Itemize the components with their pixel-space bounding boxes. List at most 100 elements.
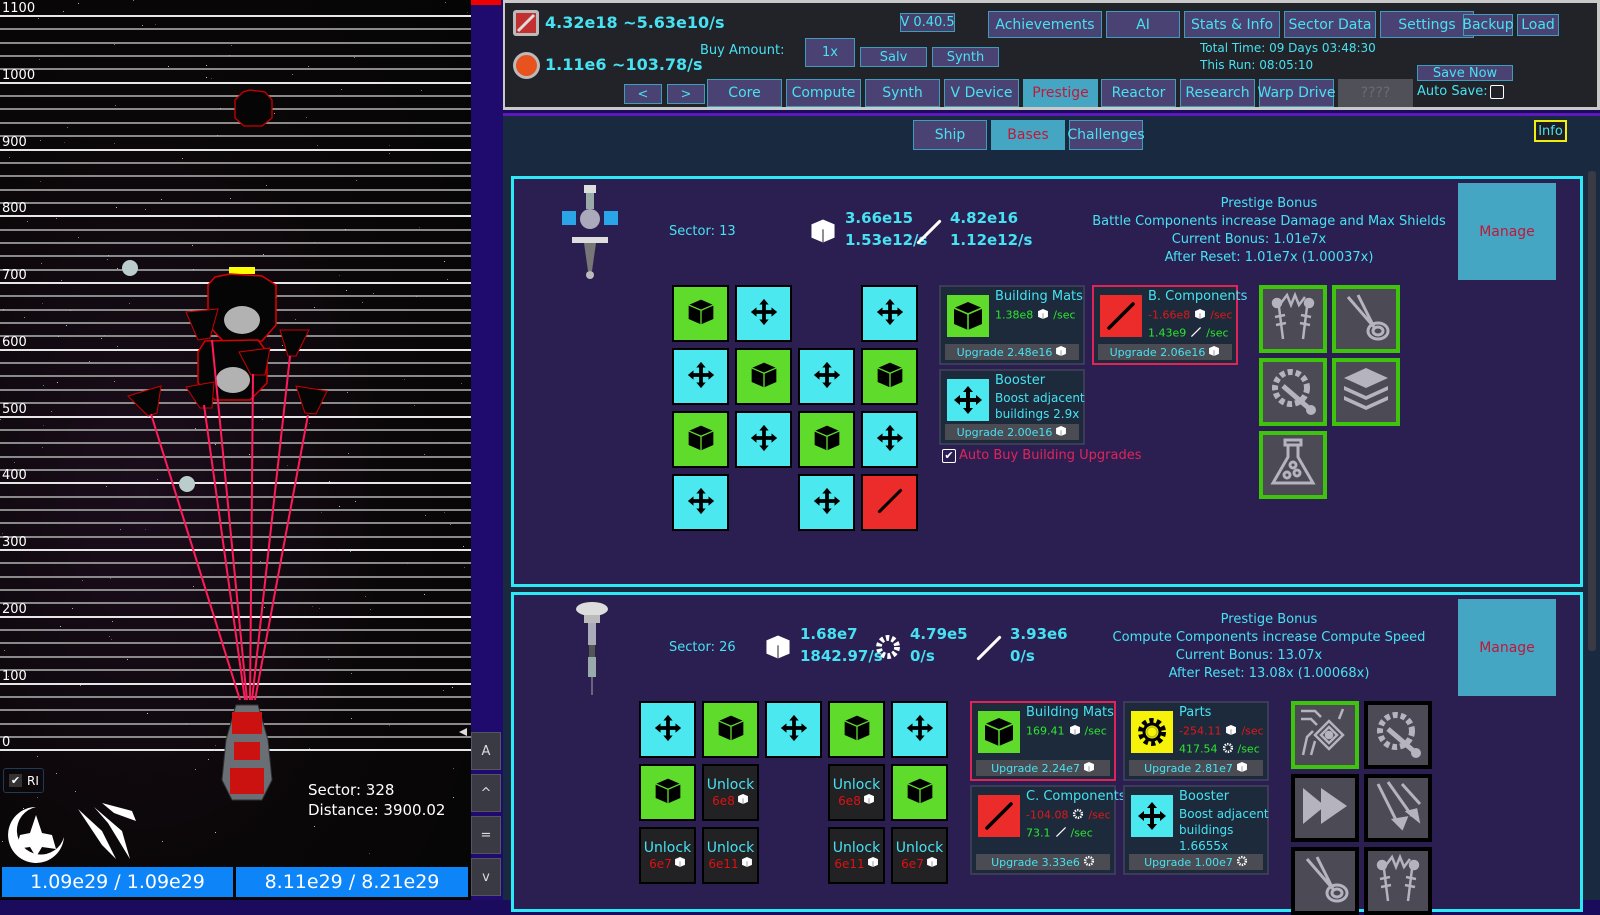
upgrade-button[interactable]: Upgrade 2.48e16 [945, 344, 1079, 360]
building-building-mats[interactable] [735, 348, 792, 405]
tab-prestige[interactable]: Prestige [1023, 79, 1098, 107]
energy-orb-icon [513, 52, 540, 79]
ri-toggle[interactable]: ✔ RI [3, 768, 44, 793]
building-booster[interactable] [735, 285, 792, 342]
building-building-mats[interactable] [639, 764, 696, 821]
building-building-mats[interactable] [861, 348, 918, 405]
booster-description: Boost adjacent [1179, 807, 1269, 821]
tab-synth[interactable]: Synth [865, 79, 940, 107]
fleet-emblem-icon[interactable] [2, 801, 70, 863]
building-booster[interactable] [798, 348, 855, 405]
prev-button[interactable]: < [624, 84, 662, 104]
backup-button[interactable]: Backup [1462, 14, 1514, 36]
buy-amount-button[interactable]: 1x [805, 38, 855, 67]
building-card-booster: Booster Boost adjacent buildings 2.9x Upgra… [939, 369, 1085, 445]
perk-tesla-coil[interactable] [1259, 285, 1327, 353]
subtab-bases[interactable]: Bases [991, 120, 1065, 150]
perk-gear-wrench[interactable] [1364, 701, 1432, 769]
scrollbar[interactable] [1588, 171, 1596, 651]
building-building-mats[interactable] [798, 411, 855, 468]
unlock-label: Unlock [832, 777, 881, 793]
perk-fast-forward[interactable] [1291, 774, 1359, 842]
synth-button[interactable]: Synth [932, 47, 999, 67]
locked-building-slot[interactable]: Unlock 6e8 [702, 764, 759, 821]
auto-buy-checkbox[interactable]: ✔ [942, 448, 956, 463]
perk-gear-wrench[interactable] [1259, 358, 1327, 426]
unlock-cost: 6e8 [712, 793, 749, 808]
building-components[interactable] [861, 474, 918, 531]
upgrade-button[interactable]: Upgrade 2.81e7 [1129, 760, 1263, 776]
upgrade-button[interactable]: Upgrade 2.24e7 [976, 760, 1110, 776]
building-booster[interactable] [639, 701, 696, 758]
tab-compute[interactable]: Compute [786, 79, 861, 107]
move-arrows-icon [947, 379, 989, 421]
layers-icon [1340, 364, 1392, 420]
tab-reactor[interactable]: Reactor [1101, 79, 1176, 107]
nav-achievements[interactable]: Achievements [988, 11, 1102, 38]
production-rate: -254.11/sec [1179, 724, 1264, 739]
scroll-up-button[interactable]: ^ [471, 774, 501, 812]
subtab-ship[interactable]: Ship [913, 120, 987, 150]
locked-building-slot[interactable]: Unlock 6e8 [828, 764, 885, 821]
scroll-top-button[interactable]: A [471, 732, 501, 770]
locked-building-slot[interactable]: Unlock 6e7 [639, 827, 696, 884]
tab-locked[interactable]: ???? [1338, 79, 1413, 107]
nav-settings[interactable]: Settings [1380, 11, 1474, 38]
building-building-mats[interactable] [672, 411, 729, 468]
building-booster[interactable] [672, 348, 729, 405]
building-card-parts: Parts -254.11/sec 417.54/sec Upgrade 2.81e7 [1123, 701, 1269, 781]
building-booster[interactable] [765, 701, 822, 758]
upgrade-cost: Upgrade 3.33e6 [991, 855, 1080, 869]
load-button[interactable]: Load [1517, 14, 1559, 36]
missile-volley-icon[interactable] [72, 801, 138, 863]
tab-vdevice[interactable]: V Device [944, 79, 1019, 107]
building-building-mats[interactable] [702, 701, 759, 758]
building-building-mats[interactable] [672, 285, 729, 342]
ri-checkbox[interactable]: ✔ [9, 774, 22, 787]
perk-target-beam[interactable] [1291, 847, 1359, 915]
nav-sector-data[interactable]: Sector Data [1284, 11, 1376, 38]
scroll-down-button[interactable]: v [471, 858, 501, 896]
upgrade-button[interactable]: Upgrade 3.33e6 [976, 854, 1110, 870]
locked-building-slot[interactable]: Unlock 6e7 [891, 827, 948, 884]
cube-icon [764, 633, 794, 663]
manage-button[interactable]: Manage [1458, 183, 1556, 280]
cube-icon [737, 793, 749, 808]
resource-rate: 1842.97/s [800, 647, 883, 665]
perk-circuit-chip[interactable] [1291, 701, 1359, 769]
locked-building-slot[interactable]: Unlock 6e11 [828, 827, 885, 884]
building-booster[interactable] [798, 474, 855, 531]
perk-layers[interactable] [1332, 358, 1400, 426]
upgrade-button[interactable]: Upgrade 2.06e16 [1098, 344, 1232, 360]
nav-stats-info[interactable]: Stats & Info [1184, 11, 1280, 38]
tab-core[interactable]: Core [707, 79, 782, 107]
perk-tesla-coil[interactable] [1364, 847, 1432, 915]
nav-ai[interactable]: AI [1106, 11, 1180, 38]
locked-building-slot[interactable]: Unlock 6e11 [702, 827, 759, 884]
building-booster[interactable] [735, 411, 792, 468]
info-button[interactable]: Info [1534, 120, 1567, 142]
building-booster[interactable] [861, 285, 918, 342]
perk-flask[interactable] [1259, 431, 1327, 499]
perk-target-beam[interactable] [1332, 285, 1400, 353]
upgrade-button[interactable]: Upgrade 1.00e7 [1129, 854, 1263, 870]
manage-button[interactable]: Manage [1458, 599, 1556, 696]
building-booster[interactable] [891, 701, 948, 758]
building-building-mats[interactable] [828, 701, 885, 758]
salv-button[interactable]: Salv [860, 47, 927, 67]
unlock-cost: 6e7 [649, 856, 686, 871]
upgrade-button[interactable]: Upgrade 2.00e16 [945, 424, 1079, 440]
building-booster[interactable] [861, 411, 918, 468]
tab-research[interactable]: Research [1180, 79, 1255, 107]
auto-save-checkbox[interactable] [1490, 85, 1504, 99]
unlock-label: Unlock [643, 840, 692, 856]
save-now-button[interactable]: Save Now [1417, 65, 1513, 81]
next-button[interactable]: > [667, 84, 705, 104]
perk-missile-swarm[interactable] [1364, 774, 1432, 842]
subtab-challenges[interactable]: Challenges [1067, 120, 1145, 150]
building-booster[interactable] [672, 474, 729, 531]
auto-buy-toggle[interactable]: ✔ Auto Buy Building Upgrades [942, 448, 1142, 463]
scroll-center-button[interactable]: = [471, 816, 501, 854]
tab-warpdrive[interactable]: Warp Drive [1258, 79, 1335, 107]
building-building-mats[interactable] [891, 764, 948, 821]
